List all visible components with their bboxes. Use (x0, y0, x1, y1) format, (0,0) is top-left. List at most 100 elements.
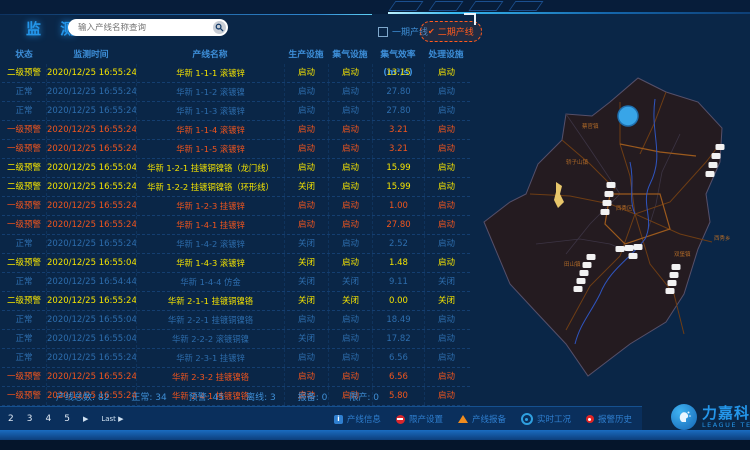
site-marker[interactable] (634, 244, 643, 250)
page-button-5[interactable]: 5 (64, 414, 70, 424)
site-marker[interactable] (668, 280, 677, 286)
table-row[interactable]: 正常2020/12/25 16:54:44华新 1-4-4 仿金关闭关闭9.11… (2, 273, 470, 292)
site-marker[interactable] (601, 209, 610, 215)
cell-status: 二级预警 (2, 254, 46, 272)
no-entry-icon (396, 415, 405, 424)
table-row[interactable]: 一级预警2020/12/25 16:55:24华新 2-3-2 挂镀镍铬启动启动… (2, 368, 470, 387)
legend-item-info-square[interactable]: i产线信息 (334, 413, 381, 425)
cell-eff: 0.00 (372, 292, 424, 310)
cell-time: 2020/12/25 16:55:24 (46, 178, 136, 196)
cell-time: 2020/12/25 16:55:04 (46, 159, 136, 177)
cell-gas: 启动 (328, 216, 372, 234)
table-row[interactable]: 正常2020/12/25 16:55:24华新 1-1-3 滚镀锌启动启动27.… (2, 102, 470, 121)
cell-name: 华新 1-1-3 滚镀锌 (136, 102, 284, 120)
table-row[interactable]: 二级预警2020/12/25 16:55:24华新 1-1-1 滚镀锌启动启动1… (2, 64, 470, 83)
site-marker[interactable] (605, 191, 614, 197)
cell-status: 正常 (2, 349, 46, 367)
cell-treat: 启动 (424, 235, 468, 253)
map-label: 西秀乡 (714, 234, 731, 242)
cell-treat: 启动 (424, 311, 468, 329)
cell-name: 华新 1-1-4 滚镀锌 (136, 121, 284, 139)
cell-eff: 17.82 (372, 330, 424, 348)
cell-gas: 启动 (328, 178, 372, 196)
cell-prod: 启动 (284, 349, 328, 367)
warning-triangle-icon (458, 415, 468, 423)
table-row[interactable]: 正常2020/12/25 16:55:04华新 2-2-2 滚镀铜镍关闭启动17… (2, 330, 470, 349)
cell-name: 华新 1-1-1 滚镀锌 (136, 64, 284, 82)
checkbox-icon[interactable] (378, 27, 388, 37)
next-page-button[interactable]: ▶ (83, 415, 88, 423)
site-marker[interactable] (712, 153, 721, 159)
table-row[interactable]: 一级预警2020/12/25 16:55:24华新 1-2-3 挂镀锌启动启动1… (2, 197, 470, 216)
stat-4: 报备: 0 (298, 390, 328, 403)
table-row[interactable]: 一级预警2020/12/25 16:55:24华新 1-1-5 滚镀锌启动启动3… (2, 140, 470, 159)
page-button-3[interactable]: 3 (27, 414, 33, 424)
site-marker[interactable] (625, 245, 634, 251)
cell-time: 2020/12/25 16:55:04 (46, 254, 136, 272)
cell-treat: 关闭 (424, 292, 468, 310)
site-marker[interactable] (716, 144, 725, 150)
search-box[interactable] (68, 19, 228, 36)
top-glow-line-left (0, 14, 372, 15)
site-marker[interactable] (587, 254, 596, 260)
site-marker[interactable] (583, 262, 592, 268)
site-marker[interactable] (616, 246, 625, 252)
table-row[interactable]: 一级预警2020/12/25 16:55:24华新 1-4-1 挂镀锌启动启动2… (2, 216, 470, 235)
site-marker[interactable] (709, 162, 718, 168)
map-label: 轿子山镇 (566, 158, 589, 166)
site-marker[interactable] (706, 171, 715, 177)
cell-gas: 启动 (328, 64, 372, 82)
cell-status: 二级预警 (2, 178, 46, 196)
table-row[interactable]: 正常2020/12/25 16:55:24华新 1-1-2 滚镀镍启动启动27.… (2, 83, 470, 102)
corner-bracket-deco (464, 13, 476, 25)
site-marker[interactable] (607, 182, 616, 188)
logo-name: 力嘉科技 (702, 406, 750, 421)
cell-name: 华新 1-2-3 挂镀锌 (136, 197, 284, 215)
cell-name: 华新 1-1-2 滚镀镍 (136, 83, 284, 101)
cell-status: 一级预警 (2, 216, 46, 234)
table-row[interactable]: 一级预警2020/12/25 16:55:24华新 1-1-4 滚镀锌启动启动3… (2, 121, 470, 140)
site-marker[interactable] (603, 200, 612, 206)
site-marker[interactable] (574, 286, 583, 292)
cell-name: 华新 2-3-2 挂镀镍铬 (136, 368, 284, 386)
table-row[interactable]: 正常2020/12/25 16:55:04华新 2-2-1 挂镀铜镍铬启动启动1… (2, 311, 470, 330)
cell-prod: 关闭 (284, 273, 328, 291)
stat-1: 正常: 34 (131, 390, 166, 403)
cell-prod: 启动 (284, 64, 328, 82)
cell-prod: 关闭 (284, 330, 328, 348)
table-row[interactable]: 正常2020/12/25 16:55:24华新 1-4-2 滚镀锌关闭启动2.5… (2, 235, 470, 254)
cell-status: 正常 (2, 330, 46, 348)
table-row[interactable]: 二级预警2020/12/25 16:55:04华新 1-2-1 挂镀铜镍铬（龙门… (2, 159, 470, 178)
table-row[interactable]: 二级预警2020/12/25 16:55:24华新 2-1-1 挂镀铜镍铬关闭关… (2, 292, 470, 311)
search-input[interactable] (68, 23, 213, 33)
cell-status: 一级预警 (2, 368, 46, 386)
cell-prod: 启动 (284, 102, 328, 120)
cell-status: 一级预警 (2, 140, 46, 158)
cell-treat: 关闭 (424, 273, 468, 291)
site-marker[interactable] (629, 253, 638, 259)
site-marker[interactable] (670, 272, 679, 278)
top-deco-brackets (392, 1, 540, 11)
cell-gas: 启动 (328, 368, 372, 386)
site-marker[interactable] (577, 278, 586, 284)
cell-time: 2020/12/25 16:55:24 (46, 216, 136, 234)
legend-item-no-entry[interactable]: 限产设置 (396, 413, 443, 425)
cell-eff: 13.15 (372, 64, 424, 82)
site-marker[interactable] (672, 264, 681, 270)
district-map[interactable]: 蔡官镇轿子山镇西秀区西秀乡双堡镇田山镇 (470, 44, 750, 430)
cell-eff: 6.56 (372, 368, 424, 386)
cell-treat: 启动 (424, 368, 468, 386)
page-button-4[interactable]: 4 (45, 414, 51, 424)
table-row[interactable]: 二级预警2020/12/25 16:55:04华新 1-4-3 滚镀锌关闭启动1… (2, 254, 470, 273)
table-row[interactable]: 二级预警2020/12/25 16:55:24华新 1-2-2 挂镀铜镍铬（环形… (2, 178, 470, 197)
map-hotspot[interactable] (618, 106, 638, 126)
site-marker[interactable] (580, 270, 589, 276)
table-row[interactable]: 正常2020/12/25 16:55:24华新 2-3-1 挂镀锌启动启动6.5… (2, 349, 470, 368)
company-logo: 力嘉科技 LEAGUE TECH (671, 404, 750, 430)
cell-prod: 启动 (284, 140, 328, 158)
site-marker[interactable] (666, 288, 675, 294)
page-button-2[interactable]: 2 (8, 414, 14, 424)
last-page-button[interactable]: Last ▶ (101, 415, 123, 423)
search-icon[interactable] (213, 21, 226, 34)
cell-time: 2020/12/25 16:55:24 (46, 140, 136, 158)
